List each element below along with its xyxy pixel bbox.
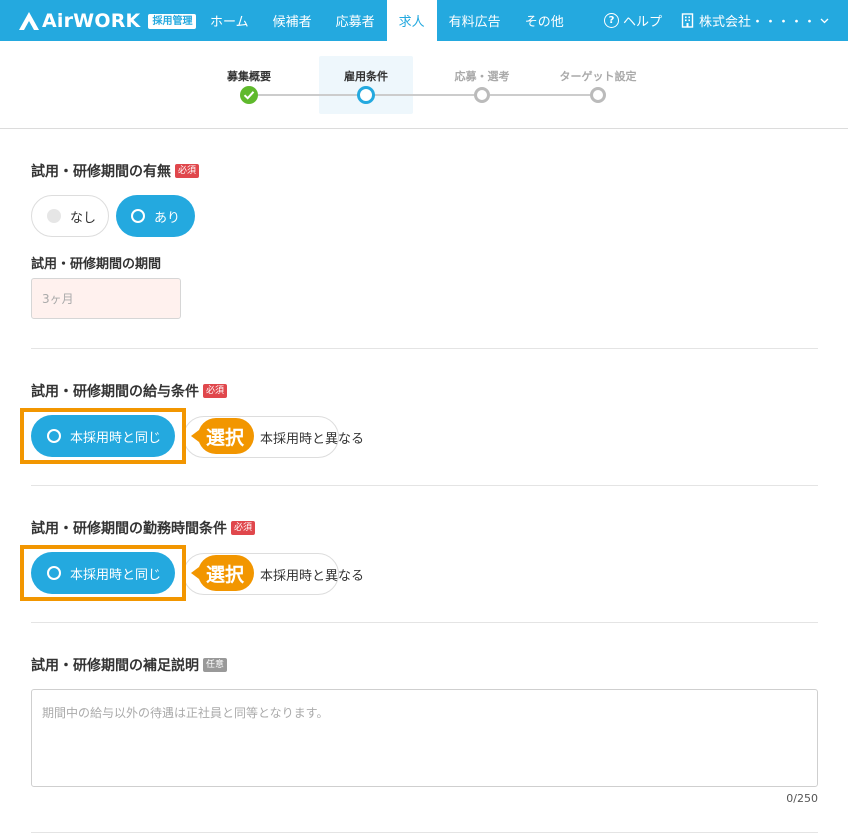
section-divider xyxy=(31,832,818,833)
nav-candidates[interactable]: 候補者 xyxy=(261,0,324,41)
salary-condition-label: 試用・研修期間の給与条件 必須 xyxy=(31,381,228,401)
trial-period-option-none[interactable]: なし xyxy=(31,195,109,237)
step-connector xyxy=(490,94,590,96)
check-icon xyxy=(243,91,255,100)
help-label: ヘルプ xyxy=(623,15,663,30)
step-connector xyxy=(374,94,474,96)
highlight-box xyxy=(20,408,186,464)
trial-period-label-text: 試用・研修期間の有無 xyxy=(31,164,171,180)
highlight-box xyxy=(20,545,186,601)
chevron-down-icon xyxy=(820,18,829,23)
option-label: 本採用時と異なる xyxy=(260,568,365,584)
help-link[interactable]: ? ヘルプ xyxy=(604,0,662,41)
step-done-icon xyxy=(240,86,258,104)
company-menu[interactable]: 株式会社・・・・・ xyxy=(681,0,834,41)
trial-period-option-yes[interactable]: あり xyxy=(116,195,195,237)
step-label-2: 雇用条件 xyxy=(344,70,388,83)
required-badge: 必須 xyxy=(203,384,228,398)
option-label: あり xyxy=(154,210,181,226)
nav-home[interactable]: ホーム xyxy=(198,0,261,41)
help-icon: ? xyxy=(604,13,619,28)
supplement-textarea[interactable]: 期間中の給与以外の待遇は正社員と同等となります。 xyxy=(31,689,818,787)
nav-applicants[interactable]: 応募者 xyxy=(324,0,387,41)
option-label: なし xyxy=(70,210,97,226)
step-current-icon xyxy=(357,86,375,104)
radio-icon xyxy=(47,209,61,223)
airwork-logo-icon xyxy=(19,12,39,30)
logo-text: AirWORK xyxy=(42,10,141,32)
work-hours-label: 試用・研修期間の勤務時間条件 必須 xyxy=(31,518,256,538)
progress-stepper: 募集概要 雇用条件 応募・選考 ターゲット設定 xyxy=(0,41,848,129)
trial-duration-label: 試用・研修期間の期間 xyxy=(31,253,161,272)
current-step-highlight xyxy=(319,56,413,114)
section-divider xyxy=(31,485,818,486)
trial-period-label: 試用・研修期間の有無 必須 xyxy=(31,161,200,181)
step-label-3: 応募・選考 xyxy=(454,70,510,83)
step-label-4: ターゲット設定 xyxy=(559,70,637,83)
select-callout: 選択 xyxy=(190,555,255,591)
optional-badge: 任意 xyxy=(203,658,228,672)
logo-badge: 採用管理 xyxy=(148,13,197,29)
step-connector xyxy=(258,94,358,96)
radio-icon xyxy=(131,209,145,223)
select-callout: 選択 xyxy=(190,418,255,454)
nav-paid-ads[interactable]: 有料広告 xyxy=(437,0,513,41)
company-name: 株式会社・・・・・ xyxy=(699,15,817,30)
work-hours-label-text: 試用・研修期間の勤務時間条件 xyxy=(31,521,227,537)
nav-other[interactable]: その他 xyxy=(513,0,576,41)
supplement-label: 試用・研修期間の補足説明 任意 xyxy=(31,655,228,675)
building-icon xyxy=(681,13,694,28)
trial-duration-label-text: 試用・研修期間の期間 xyxy=(31,257,162,272)
trial-duration-input[interactable]: 3ヶ月 xyxy=(31,278,181,319)
section-divider xyxy=(31,622,818,623)
step-pending-icon xyxy=(590,87,606,103)
required-badge: 必須 xyxy=(175,164,200,178)
main-nav: ホーム 候補者 応募者 求人 有料広告 その他 xyxy=(198,0,576,41)
option-label: 本採用時と異なる xyxy=(260,431,365,447)
required-badge: 必須 xyxy=(231,521,256,535)
step-pending-icon xyxy=(474,87,490,103)
supplement-label-text: 試用・研修期間の補足説明 xyxy=(31,658,199,674)
logo[interactable]: AirWORK 採用管理 xyxy=(18,9,197,33)
nav-jobs[interactable]: 求人 xyxy=(386,0,437,41)
top-header: AirWORK 採用管理 ホーム 候補者 応募者 求人 有料広告 その他 ? ヘ… xyxy=(0,0,848,41)
character-counter: 0/250 xyxy=(786,792,818,805)
step-label-1: 募集概要 xyxy=(227,70,271,83)
salary-condition-label-text: 試用・研修期間の給与条件 xyxy=(31,384,199,400)
section-divider xyxy=(31,348,818,349)
